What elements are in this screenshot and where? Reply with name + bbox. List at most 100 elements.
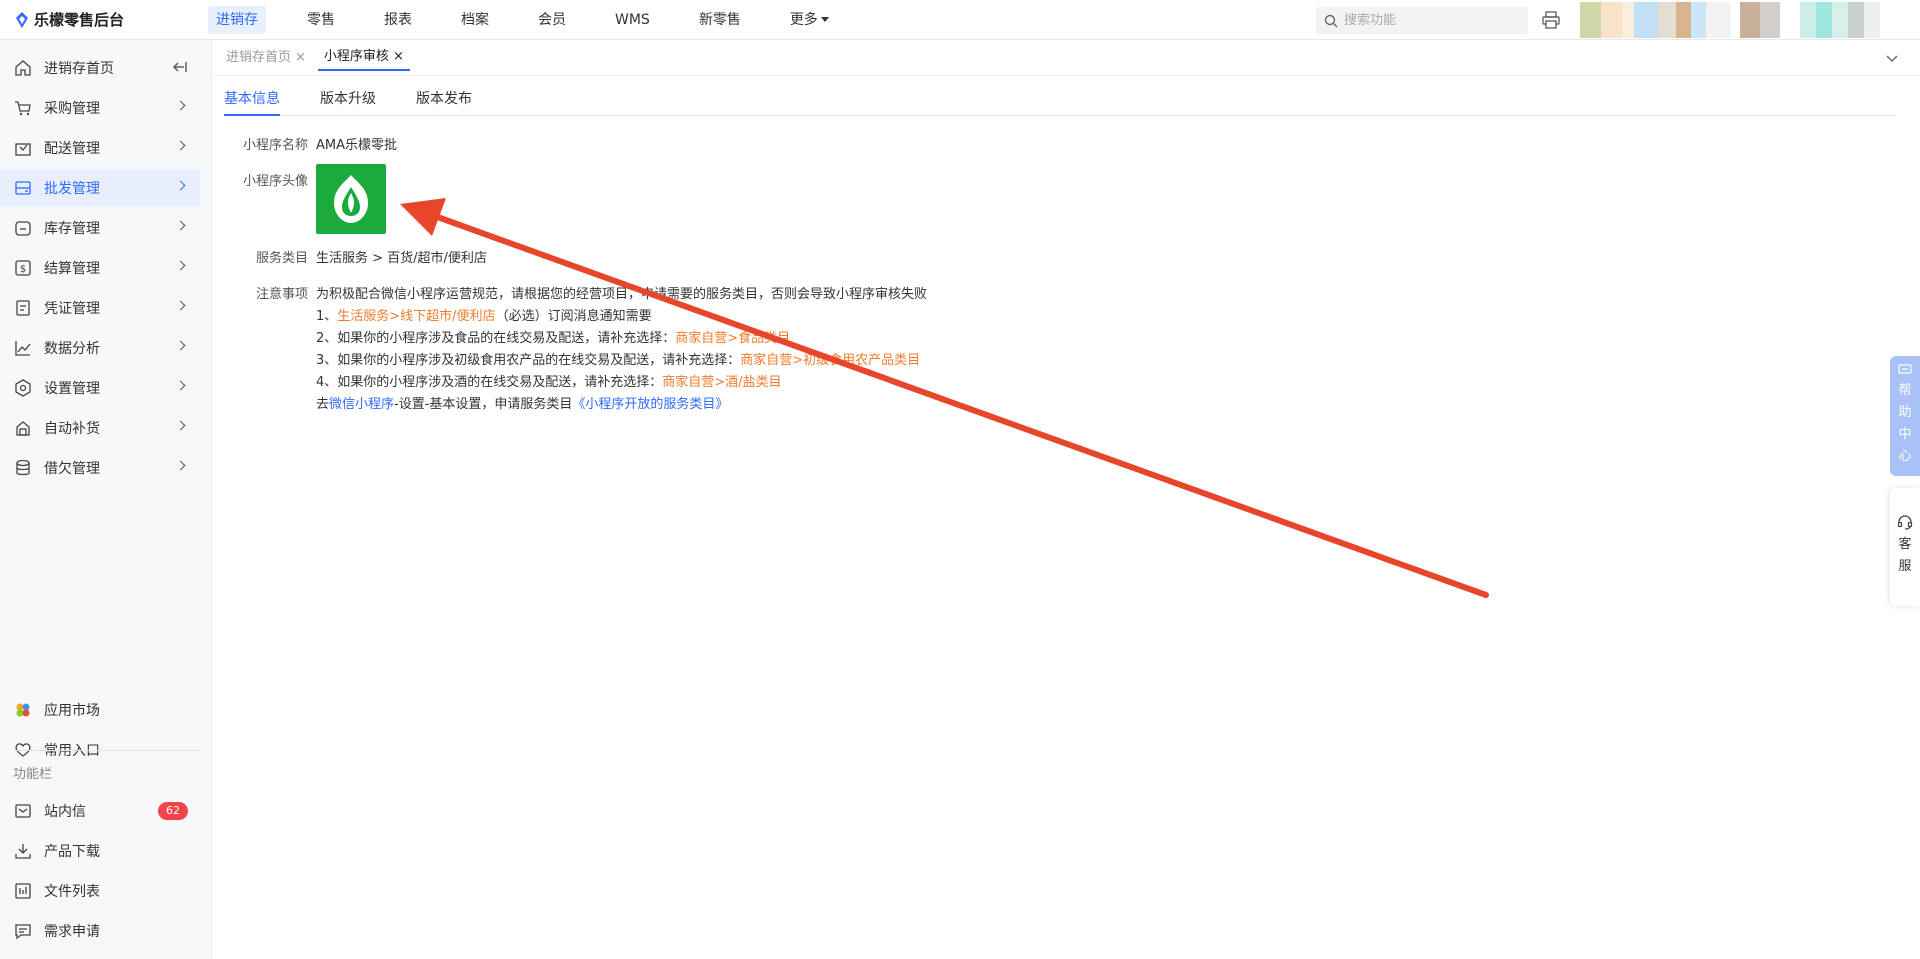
service-category-label: 服务类目	[255, 251, 308, 266]
app-title: 乐檬零售后台	[34, 11, 125, 29]
group-label-toolbar: 功能栏	[13, 767, 53, 782]
note-prefix: 1、	[316, 309, 338, 324]
note-line-2: 2、如果你的小程序涉及食品的在线交易及配送，请补充选择：商家自营>食品类目	[316, 327, 790, 346]
note-line-3: 3、如果你的小程序涉及初级食用农产品的在线交易及配送，请补充选择：商家自营>初级…	[316, 349, 920, 368]
file-list-icon	[14, 882, 32, 900]
go-prefix: 去	[316, 397, 330, 412]
sidebar: 进销存首页 采购管理 配送管理 批发管理 库存管理 $ 结算管理 凭证管理 数据…	[0, 40, 212, 959]
topnav-new-retail[interactable]: 新零售	[691, 6, 749, 34]
link-wechat-miniprogram[interactable]: 微信小程序	[329, 397, 394, 412]
search-input[interactable]	[1344, 13, 1514, 28]
restock-icon	[14, 419, 32, 437]
customer-service-button[interactable]: 客 服	[1890, 488, 1920, 606]
tab-version-upgrade[interactable]: 版本升级	[320, 86, 376, 116]
sidebar-item-settings[interactable]: 设置管理	[0, 369, 200, 407]
sidebar-item-download[interactable]: 产品下载	[0, 832, 200, 870]
topnav-members[interactable]: 会员	[530, 6, 574, 34]
search-icon	[1324, 14, 1338, 27]
tab-version-release[interactable]: 版本发布	[416, 86, 472, 116]
sub-tabs: 基本信息 版本升级 版本发布	[224, 86, 1896, 116]
app-logo[interactable]: 乐檬零售后台	[0, 9, 208, 30]
sidebar-item-label: 凭证管理	[44, 301, 100, 317]
search-box[interactable]	[1316, 7, 1528, 34]
note-link-food[interactable]: 商家自营>食品类目	[675, 331, 790, 346]
go-middle: -设置-基本设置，申请服务类目	[394, 397, 573, 412]
settings-icon	[14, 379, 32, 397]
debt-icon	[14, 459, 32, 477]
sidebar-item-label: 借欠管理	[44, 461, 100, 477]
page-tab-home[interactable]: 进销存首页 ×	[220, 45, 312, 71]
page-tab-label: 小程序审核	[323, 48, 389, 64]
sidebar-item-label: 站内信	[44, 804, 86, 820]
topnav-reports[interactable]: 报表	[376, 6, 420, 34]
miniprogram-name-label: 小程序名称	[242, 138, 308, 153]
sidebar-item-debt[interactable]: 借欠管理	[0, 449, 200, 487]
user-name-blurred[interactable]	[1740, 2, 1780, 38]
page-tab-miniprogram-review[interactable]: 小程序审核 ×	[317, 44, 410, 71]
sidebar-item-voucher[interactable]: 凭证管理	[0, 289, 200, 327]
sidebar-item-label: 数据分析	[44, 341, 100, 357]
sidebar-item-request[interactable]: 需求申请	[0, 912, 200, 950]
close-icon[interactable]: ×	[393, 44, 404, 70]
sidebar-item-label: 应用市场	[44, 703, 100, 719]
topnav-jinxiaocun[interactable]: 进销存	[208, 5, 266, 34]
app-market-icon	[14, 701, 32, 719]
note-link-agri[interactable]: 商家自营>初级食用农产品类目	[740, 353, 920, 368]
chevron-right-icon	[175, 220, 186, 231]
note-link-alcohol[interactable]: 商家自营>酒/盐类目	[662, 375, 781, 390]
sidebar-item-delivery[interactable]: 配送管理	[0, 129, 200, 167]
sidebar-item-inventory[interactable]: 库存管理	[0, 209, 200, 247]
miniprogram-avatar	[316, 164, 386, 234]
printer-icon[interactable]	[1541, 10, 1561, 30]
help-char: 心	[1898, 449, 1912, 464]
topnav-retail[interactable]: 零售	[299, 6, 343, 34]
chevron-right-icon	[175, 420, 186, 431]
note-prefix: 2、如果你的小程序涉及食品的在线交易及配送，请补充选择：	[316, 331, 676, 346]
chevron-right-icon	[175, 300, 186, 311]
sidebar-item-purchase[interactable]: 采购管理	[0, 89, 200, 127]
sidebar-item-label: 结算管理	[44, 261, 100, 277]
topnav-wms[interactable]: WMS	[607, 6, 658, 34]
user-avatar-blurred[interactable]	[1580, 2, 1730, 38]
note-link-offline-store[interactable]: 生活服务>线下超市/便利店	[337, 309, 495, 324]
topnav-more[interactable]: 更多	[782, 6, 837, 34]
sidebar-item-wholesale[interactable]: 批发管理	[0, 169, 200, 207]
help-center-button[interactable]: 帮 助 中 心	[1890, 356, 1920, 476]
sidebar-item-app-market[interactable]: 应用市场	[0, 691, 200, 729]
service-category-value: 生活服务 > 百货/超市/便利店	[316, 251, 487, 266]
sidebar-item-home[interactable]: 进销存首页	[0, 49, 200, 87]
sidebar-item-settlement[interactable]: $ 结算管理	[0, 249, 200, 287]
store-name-blurred[interactable]	[1800, 2, 1880, 38]
help-char: 助	[1898, 405, 1912, 420]
wholesale-icon	[14, 179, 32, 197]
help-chat-icon	[1898, 364, 1912, 374]
note-line-go: 去微信小程序-设置-基本设置，申请服务类目《小程序开放的服务类目》	[316, 393, 728, 412]
miniprogram-avatar-label: 小程序头像	[242, 174, 308, 189]
sidebar-item-analytics[interactable]: 数据分析	[0, 329, 200, 367]
chevron-right-icon	[175, 380, 186, 391]
chevron-right-icon	[175, 180, 186, 191]
logo-icon	[16, 11, 28, 28]
inventory-icon	[14, 219, 32, 237]
voucher-icon	[14, 299, 32, 317]
top-bar: 乐檬零售后台 进销存 零售 报表 档案 会员 WMS 新零售 更多	[0, 0, 1920, 40]
sidebar-item-label: 产品下载	[44, 844, 100, 860]
home-icon	[14, 59, 32, 77]
tab-basic-info[interactable]: 基本信息	[224, 86, 280, 116]
chevron-down-icon[interactable]	[1884, 50, 1900, 66]
mail-icon	[14, 802, 32, 820]
close-icon[interactable]: ×	[295, 45, 306, 71]
sidebar-item-restock[interactable]: 自动补货	[0, 409, 200, 447]
link-service-categories[interactable]: 《小程序开放的服务类目》	[572, 397, 728, 412]
sidebar-item-file-list[interactable]: 文件列表	[0, 872, 200, 910]
chevron-right-icon	[175, 340, 186, 351]
sidebar-item-messages[interactable]: 站内信 62	[0, 792, 200, 830]
chevron-right-icon	[175, 260, 186, 271]
sidebar-item-label: 配送管理	[44, 141, 100, 157]
sidebar-item-label: 设置管理	[44, 381, 100, 397]
topnav-archives[interactable]: 档案	[453, 6, 497, 34]
request-icon	[14, 922, 32, 940]
svg-text:$: $	[20, 264, 26, 275]
sidebar-item-label: 批发管理	[44, 181, 100, 197]
note-prefix: 3、如果你的小程序涉及初级食用农产品的在线交易及配送，请补充选择：	[316, 353, 741, 368]
